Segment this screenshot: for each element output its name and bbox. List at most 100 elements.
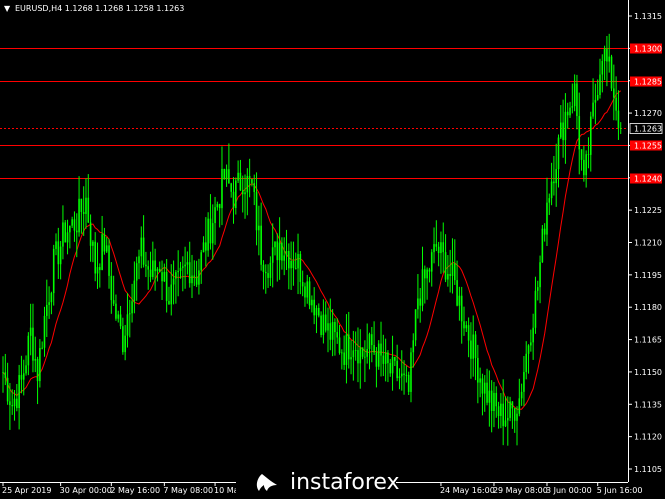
candle-body [603, 48, 606, 61]
candle-body [264, 271, 267, 274]
candle-body [398, 376, 401, 379]
candle-body [216, 204, 219, 208]
candle-body [375, 352, 378, 367]
candle-body [428, 269, 431, 272]
candle-body [55, 241, 57, 249]
candle-body [424, 269, 426, 279]
candle-body [562, 122, 564, 141]
candle-body [244, 192, 246, 195]
candle-body [87, 197, 90, 223]
candle-body [179, 267, 182, 271]
candle-body [274, 241, 276, 248]
price-label-7: 1.1210 [634, 239, 662, 248]
candle-body [354, 350, 357, 351]
candle-body [205, 242, 207, 251]
candle-body [456, 280, 458, 306]
candle-body [193, 275, 196, 278]
candle-body [387, 352, 389, 364]
candle-body [101, 234, 103, 270]
candle-body [48, 302, 50, 305]
candle-body [585, 154, 587, 176]
candle-body [509, 401, 511, 418]
candle-body [350, 357, 352, 360]
candle-body [251, 179, 253, 184]
candle-body [458, 295, 461, 306]
candle-body [550, 181, 553, 199]
candle-body [156, 268, 159, 272]
current-price-label: 1.1263 [634, 125, 662, 134]
time-label-0: 25 Apr 2019 [2, 486, 51, 495]
dropdown-triangle-icon[interactable]: ▼ [4, 4, 11, 13]
candle-body [610, 56, 613, 89]
candle-body [218, 204, 221, 209]
candle-body [225, 169, 228, 180]
candle-body [520, 391, 523, 399]
candle-body [490, 390, 493, 412]
candle-body [117, 314, 120, 319]
time-label-5: 24 May 16:00 [440, 486, 495, 495]
candle-body [94, 241, 96, 274]
candle-body [262, 264, 265, 272]
candle-body [467, 325, 470, 341]
candle-body [440, 242, 442, 254]
price-label-14: 1.1105 [634, 465, 662, 474]
symbol-header: EURUSD,H4 1.1268 1.1268 1.1258 1.1263 [15, 4, 184, 13]
price-label-11: 1.1150 [634, 368, 662, 377]
candle-body [25, 365, 27, 374]
candle-body [22, 373, 25, 380]
candle-body [596, 94, 599, 100]
price-label-9: 1.1180 [634, 303, 662, 312]
candle-body [149, 269, 152, 277]
candle-body [11, 405, 14, 407]
candle-body [246, 176, 249, 193]
candle-body [426, 269, 428, 279]
candle-body [571, 106, 574, 108]
candle-body [232, 191, 235, 208]
candle-body [557, 137, 560, 170]
candle-body [364, 356, 366, 358]
candle-body [92, 241, 94, 246]
candle-body [138, 256, 140, 264]
candle-body [34, 359, 37, 361]
candle-body [304, 286, 306, 298]
candle-body [539, 262, 541, 288]
candle-body [580, 149, 583, 160]
candle-body [237, 172, 239, 181]
candle-body [433, 244, 435, 253]
candle-body [357, 350, 359, 364]
candle-body [327, 323, 329, 331]
candle-body [569, 107, 571, 116]
candle-body [85, 197, 87, 214]
candle-body [110, 275, 113, 301]
price-chart[interactable]: 1.1315 1.1270 1.1225 1.1210 1.1195 1.1180 1.11… [0, 0, 665, 499]
candle-body [599, 74, 601, 95]
candle-body [313, 299, 315, 316]
candle-body [294, 267, 297, 269]
candle-body [140, 237, 143, 257]
candle-body [52, 248, 55, 294]
price-label-10: 1.1165 [634, 336, 662, 345]
candle-body [530, 342, 532, 346]
candle-body [161, 272, 163, 282]
candle-body [207, 218, 209, 251]
candle-body [465, 325, 468, 329]
candle-body [389, 363, 392, 374]
candle-body [239, 172, 242, 191]
candle-body [608, 56, 611, 62]
price-label-3: 1.1270 [634, 109, 662, 118]
candle-body [472, 334, 475, 359]
candle-body [292, 260, 295, 268]
candle-body [186, 262, 189, 265]
candle-body [168, 301, 170, 305]
time-label-1: 30 Apr 00:00 [60, 486, 112, 495]
candle-body [419, 298, 422, 306]
candle-body [267, 273, 269, 278]
candle-body [80, 198, 83, 213]
candle-body [324, 314, 327, 331]
candle-body [587, 154, 590, 156]
candle-body [152, 260, 154, 277]
candle-body [315, 307, 318, 316]
candle-body [50, 293, 53, 303]
candle-body [447, 273, 449, 280]
candle-body [32, 327, 34, 361]
